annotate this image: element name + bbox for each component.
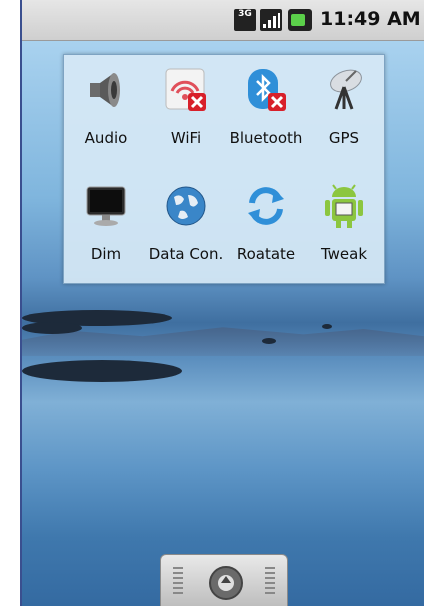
toggle-gps[interactable]: GPS xyxy=(304,59,384,165)
tile-label: Audio xyxy=(84,129,128,147)
wallpaper-island xyxy=(22,360,182,382)
tile-label: Dim xyxy=(90,245,122,263)
signal-strength-icon xyxy=(260,9,282,31)
wifi-icon xyxy=(165,68,206,111)
launcher-up-arrow-icon[interactable] xyxy=(209,566,243,600)
tile-label: WiFi xyxy=(170,129,202,147)
monitor-icon xyxy=(86,186,126,226)
toggle-bluetooth[interactable]: Bluetooth xyxy=(226,59,306,165)
tile-label: GPS xyxy=(328,129,360,147)
globe-icon xyxy=(166,186,206,226)
grip-right xyxy=(265,567,275,595)
toggle-rotate[interactable]: Roatate xyxy=(226,175,306,281)
app-drawer-handle[interactable] xyxy=(160,554,288,606)
satellite-dish-icon xyxy=(330,69,362,110)
battery-icon xyxy=(288,9,312,31)
wallpaper-rock xyxy=(322,324,332,329)
bluetooth-icon xyxy=(248,69,286,111)
clock: 11:49 AM xyxy=(320,8,421,30)
wallpaper-rock xyxy=(22,322,82,334)
toggle-data-connection[interactable]: Data Con. xyxy=(146,175,226,281)
tile-label: Data Con. xyxy=(148,245,224,263)
grip-left xyxy=(173,567,183,595)
toggle-tweak[interactable]: Tweak xyxy=(304,175,384,281)
network-3g-icon: 3G xyxy=(234,9,256,31)
status-bar: 3G 11:49 AM xyxy=(22,0,424,41)
page-margin xyxy=(0,0,22,606)
tile-label: Tweak xyxy=(320,245,368,263)
toggle-wifi[interactable]: WiFi xyxy=(146,59,226,165)
toggle-audio[interactable]: Audio xyxy=(66,59,146,165)
wallpaper-rock xyxy=(262,338,276,344)
rotate-arrows-icon xyxy=(248,187,284,225)
toggle-dim[interactable]: Dim xyxy=(66,175,146,281)
power-control-widget: Audio WiFi Bluetooth GPS Dim Data Con. R… xyxy=(63,54,385,284)
network-type-label: 3G xyxy=(238,9,252,19)
speaker-icon xyxy=(90,73,120,107)
android-robot-icon xyxy=(325,184,363,228)
android-home-screen: 3G 11:49 AM Audio WiFi Bluetooth GPS Dim… xyxy=(22,0,424,606)
